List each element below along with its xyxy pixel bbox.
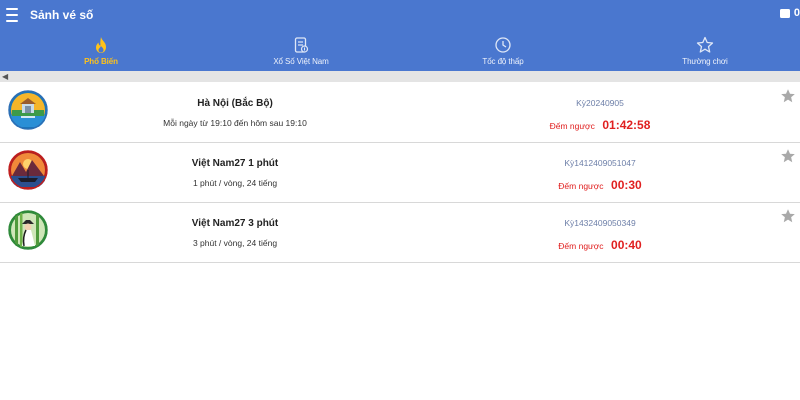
list-item[interactable]: Hà Nội (Bắc Bộ) Mỗi ngày từ 19:10 đến hô…	[0, 83, 800, 143]
game-name: Hà Nội (Bắc Bộ)	[197, 98, 273, 109]
wallet-icon	[779, 8, 790, 18]
countdown: Đếm ngược 00:30	[520, 176, 680, 194]
ticket-icon	[294, 37, 309, 53]
horizontal-scrollbar[interactable]: ◀	[0, 71, 800, 82]
period-number: Kỳ20240905	[576, 98, 624, 108]
countdown-time: 01:42:58	[602, 118, 651, 132]
favorite-star-icon[interactable]	[780, 88, 796, 104]
scroll-left-icon[interactable]: ◀	[2, 72, 8, 81]
game-schedule: 1 phút / vòng, 24 tiếng	[192, 178, 278, 188]
favorite-star-icon[interactable]	[780, 148, 796, 164]
list-item[interactable]: Việt Nam27 3 phút 3 phút / vòng, 24 tiến…	[0, 203, 800, 263]
avatar	[8, 90, 48, 130]
countdown: Đếm ngược 00:40	[520, 236, 680, 254]
favorite-star-icon[interactable]	[780, 208, 796, 224]
tab-label: Xổ Số Việt Nam	[273, 57, 329, 66]
tab-label: Thường chơi	[682, 57, 728, 66]
game-schedule: 3 phút / vòng, 24 tiếng	[192, 238, 278, 248]
game-list: Hà Nội (Bắc Bộ) Mỗi ngày từ 19:10 đến hô…	[0, 83, 800, 263]
list-item[interactable]: Việt Nam27 1 phút 1 phút / vòng, 24 tiến…	[0, 143, 800, 203]
countdown-label: Đếm ngược	[549, 121, 595, 131]
avatar	[8, 150, 48, 190]
game-schedule: Mỗi ngày từ 19:10 đến hôm sau 19:10	[163, 118, 307, 128]
countdown-label: Đếm ngược	[558, 181, 604, 191]
game-name: Việt Nam27 3 phút	[191, 218, 279, 229]
tab-thuong-choi[interactable]: Thường chơi	[645, 30, 765, 71]
countdown-label: Đếm ngược	[558, 241, 604, 251]
top-bar: Sảnh vé số 0	[0, 0, 800, 30]
period-number: Kỳ1432409050349	[564, 218, 636, 228]
tab-label: Phổ Biến	[84, 57, 118, 66]
countdown-time: 00:30	[611, 178, 642, 192]
page-title: Sảnh vé số	[30, 8, 94, 22]
balance-value: 0	[793, 7, 800, 19]
star-outline-icon	[696, 36, 714, 53]
fire-icon	[96, 37, 106, 53]
tab-toc-do-thap[interactable]: Tốc độ thấp	[443, 30, 563, 71]
tab-pho-bien[interactable]: Phổ Biến	[41, 30, 161, 71]
tab-label: Tốc độ thấp	[482, 57, 524, 66]
countdown: Đếm ngược 01:42:58	[520, 116, 680, 134]
wallet-balance[interactable]: 0	[779, 7, 800, 19]
category-tabs: Phổ Biến Xổ Số Việt Nam Tốc độ thấp Thườ…	[0, 30, 800, 71]
hamburger-menu-icon[interactable]	[6, 8, 18, 22]
game-name: Việt Nam27 1 phút	[191, 158, 279, 169]
tab-xo-so-viet-nam[interactable]: Xổ Số Việt Nam	[241, 30, 361, 71]
countdown-time: 00:40	[611, 238, 642, 252]
clock-icon	[495, 37, 511, 53]
period-number: Kỳ1412409051047	[564, 158, 636, 168]
avatar	[8, 210, 48, 250]
